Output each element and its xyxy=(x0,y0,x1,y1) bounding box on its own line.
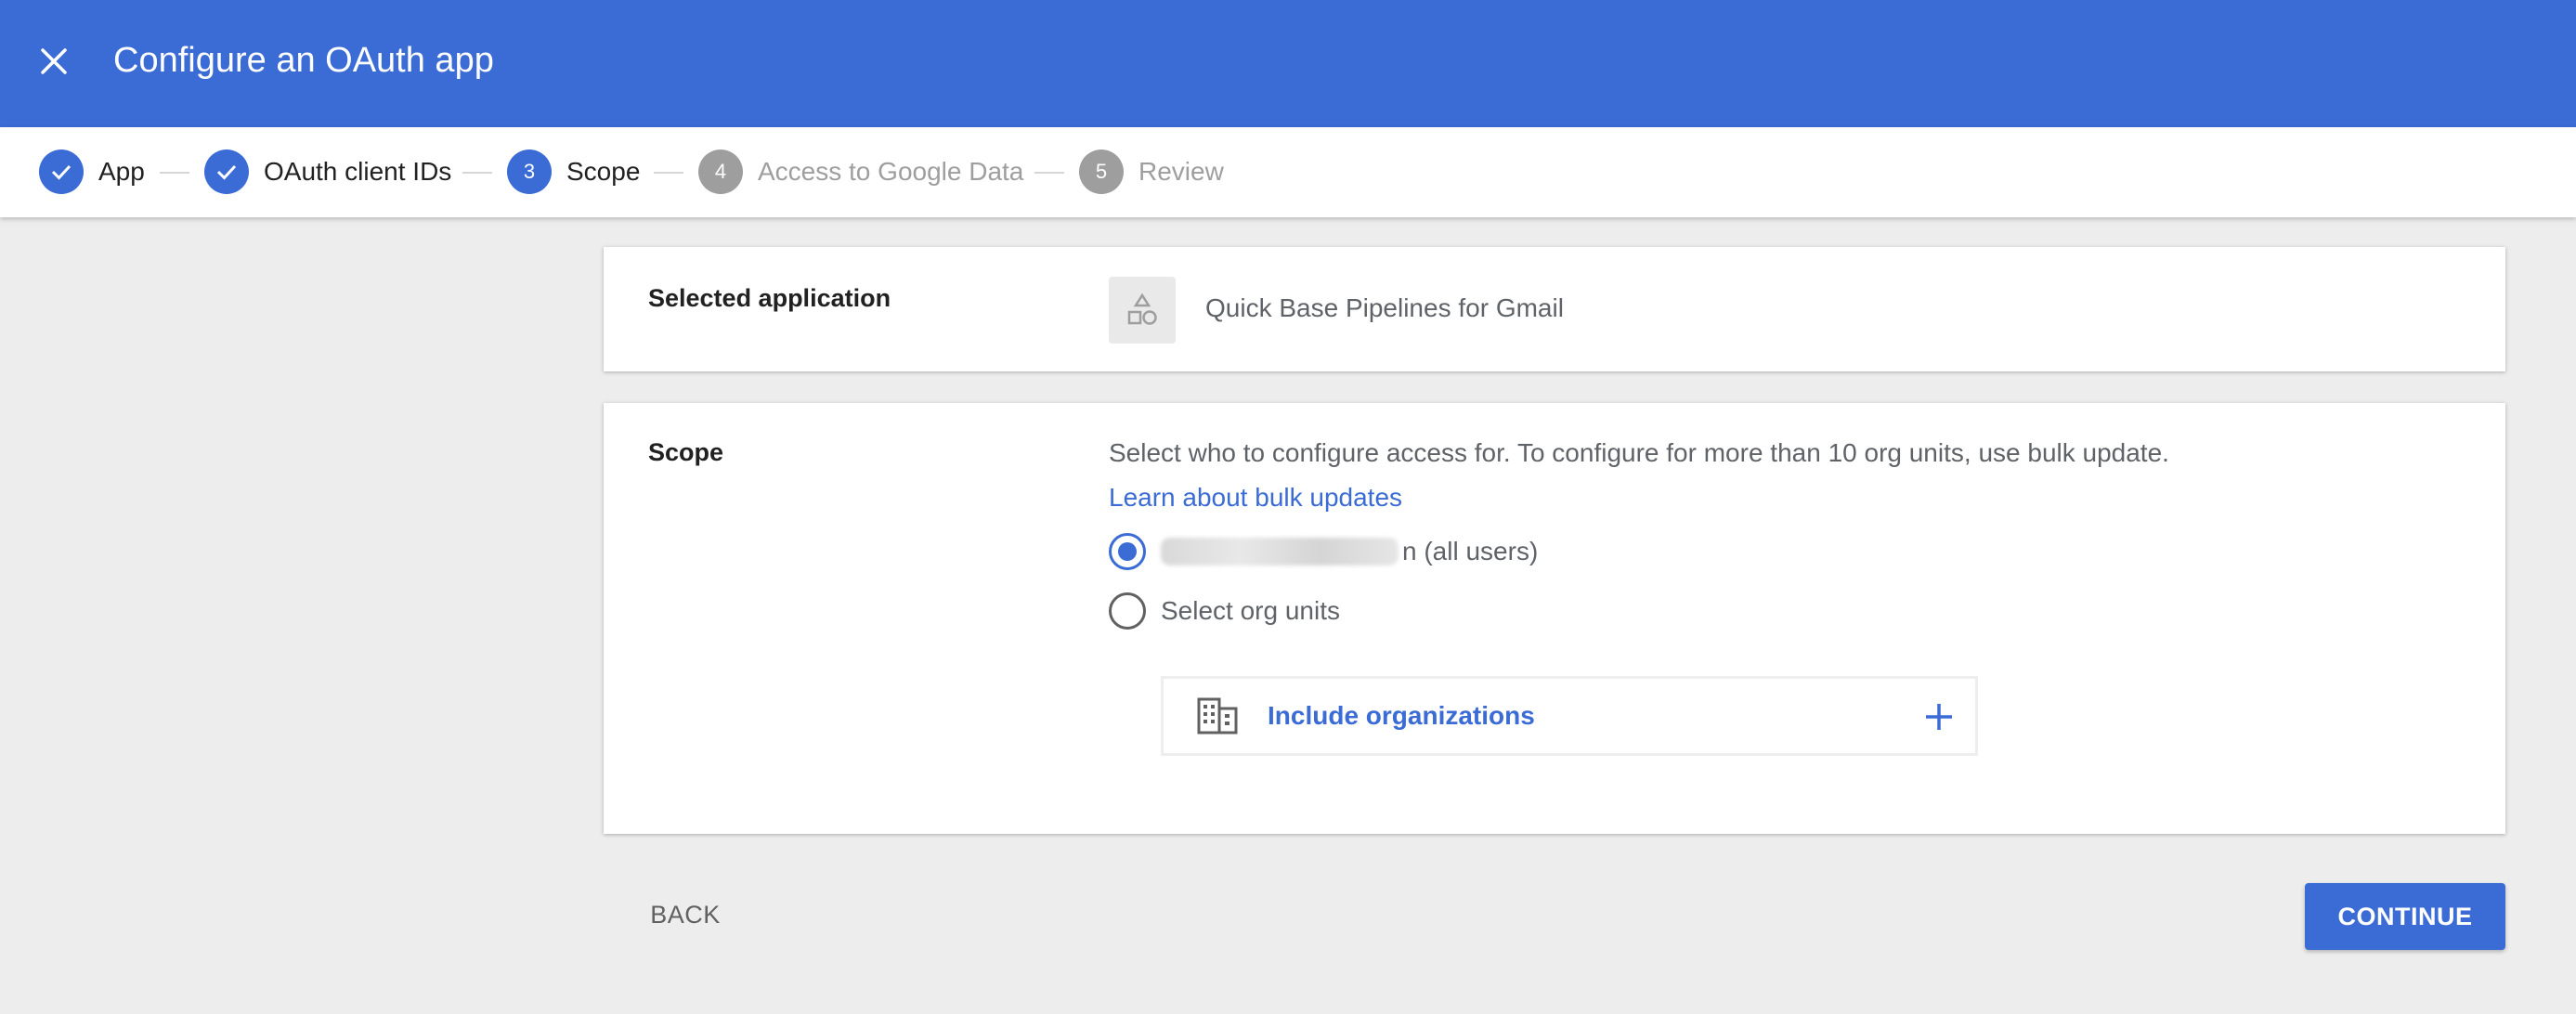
radio-select-org-units[interactable]: Select org units xyxy=(1109,592,1340,630)
step-oauth-client-ids[interactable]: OAuth client IDs xyxy=(204,150,451,194)
app-shapes-icon xyxy=(1109,277,1176,344)
step-scope[interactable]: 3 Scope xyxy=(507,150,640,194)
radio-label: n (all users) xyxy=(1161,537,1538,566)
step-connector xyxy=(160,172,189,174)
radio-all-users[interactable]: n (all users) xyxy=(1109,533,1538,570)
step-complete-check-icon xyxy=(39,150,84,194)
step-label: Access to Google Data xyxy=(758,157,1024,186)
stepper: App OAuth client IDs 3 Scope 4 Access to… xyxy=(0,127,2576,217)
step-number: 4 xyxy=(698,150,743,194)
step-connector xyxy=(1034,172,1064,174)
step-connector xyxy=(654,172,683,174)
step-access-to-google-data[interactable]: 4 Access to Google Data xyxy=(698,150,1023,194)
include-organizations-button[interactable]: Include organizations xyxy=(1161,676,1978,756)
continue-button[interactable]: CONTINUE xyxy=(2305,883,2505,950)
step-review[interactable]: 5 Review xyxy=(1079,150,1224,194)
plus-icon[interactable] xyxy=(1923,701,1955,733)
top-app-bar: Configure an OAuth app xyxy=(0,0,2576,127)
step-app[interactable]: App xyxy=(39,150,145,194)
selected-application-card: Selected application Quick Base Pipeline… xyxy=(604,247,2505,371)
learn-bulk-updates-link[interactable]: Learn about bulk updates xyxy=(1109,483,1402,513)
step-number: 3 xyxy=(507,150,552,194)
selected-application-label: Selected application xyxy=(648,284,891,312)
scope-description: Select who to configure access for. To c… xyxy=(1109,438,2169,467)
radio-button-checked[interactable] xyxy=(1109,533,1146,570)
step-label: Review xyxy=(1138,157,1224,186)
step-label: App xyxy=(98,157,145,186)
redacted-domain xyxy=(1161,538,1399,566)
app-name: Quick Base Pipelines for Gmail xyxy=(1205,293,1564,322)
step-number: 5 xyxy=(1079,150,1124,194)
page-title: Configure an OAuth app xyxy=(113,41,494,80)
step-label: OAuth client IDs xyxy=(264,157,452,186)
scope-label: Scope xyxy=(648,438,724,466)
close-button[interactable] xyxy=(26,33,82,89)
scope-card: Scope Select who to configure access for… xyxy=(604,403,2505,834)
step-connector xyxy=(462,172,492,174)
step-complete-check-icon xyxy=(204,150,249,194)
include-organizations-label: Include organizations xyxy=(1268,701,1535,730)
step-label: Scope xyxy=(566,157,641,186)
radio-button-unchecked[interactable] xyxy=(1109,592,1146,630)
building-icon xyxy=(1197,697,1238,734)
back-button[interactable]: BACK xyxy=(631,887,739,942)
close-icon xyxy=(41,48,67,74)
radio-label: Select org units xyxy=(1161,596,1340,625)
